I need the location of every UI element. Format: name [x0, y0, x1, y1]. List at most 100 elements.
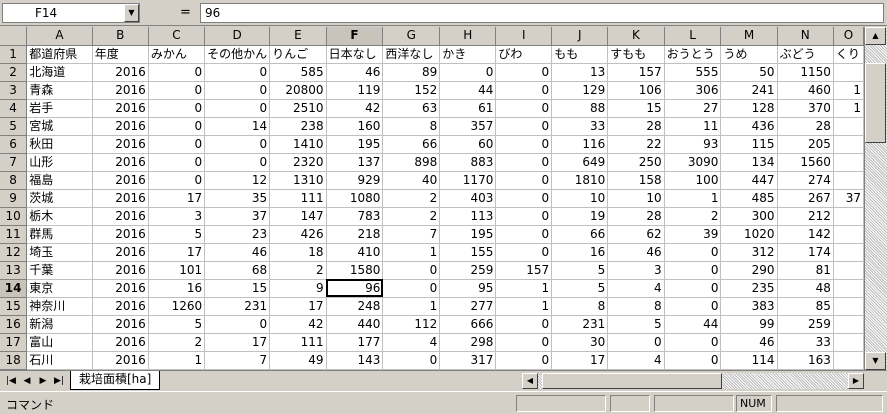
- cell[interactable]: りんご: [269, 45, 327, 64]
- cell[interactable]: 50: [720, 63, 778, 82]
- cell[interactable]: 0: [204, 135, 271, 154]
- cell[interactable]: 石川: [26, 351, 93, 370]
- cell[interactable]: 0: [382, 351, 441, 370]
- cell[interactable]: 2016: [92, 261, 149, 280]
- cell[interactable]: 62: [607, 225, 665, 244]
- cell[interactable]: 101: [148, 261, 206, 280]
- cell[interactable]: 2016: [92, 153, 149, 172]
- cell[interactable]: [833, 279, 864, 298]
- cell[interactable]: [833, 135, 864, 154]
- column-header[interactable]: N: [777, 27, 834, 46]
- cell[interactable]: 163: [777, 351, 834, 370]
- cell[interactable]: 238: [269, 117, 327, 136]
- last-sheet-button[interactable]: ▶|: [52, 374, 66, 388]
- cell[interactable]: 2016: [92, 351, 149, 370]
- cell[interactable]: 37: [204, 207, 271, 226]
- cell[interactable]: 2510: [269, 99, 327, 118]
- prev-sheet-button[interactable]: ◀: [20, 374, 34, 388]
- cell[interactable]: 0: [204, 63, 271, 82]
- cell[interactable]: 111: [269, 333, 327, 352]
- cell[interactable]: 7: [382, 225, 441, 244]
- cell[interactable]: かき: [439, 45, 497, 64]
- cell[interactable]: 1150: [777, 63, 834, 82]
- cell[interactable]: 2016: [92, 243, 149, 262]
- cell[interactable]: 157: [495, 261, 553, 280]
- cell[interactable]: 2016: [92, 297, 149, 316]
- cell[interactable]: 岩手: [26, 99, 93, 118]
- cell[interactable]: [833, 171, 864, 190]
- cell[interactable]: 111: [269, 189, 327, 208]
- cell[interactable]: 160: [326, 117, 384, 136]
- cell[interactable]: 19: [551, 207, 609, 226]
- cell[interactable]: 143: [326, 351, 384, 370]
- cell[interactable]: 0: [382, 261, 441, 280]
- cell[interactable]: 4: [607, 279, 665, 298]
- cell[interactable]: 68: [204, 261, 271, 280]
- cell[interactable]: 1310: [269, 171, 327, 190]
- cell[interactable]: 28: [777, 117, 834, 136]
- cell[interactable]: 0: [495, 117, 553, 136]
- cell[interactable]: 青森: [26, 81, 93, 100]
- cell[interactable]: 277: [439, 297, 497, 316]
- cell[interactable]: 秋田: [26, 135, 93, 154]
- cell[interactable]: 306: [664, 81, 722, 100]
- column-header[interactable]: K: [607, 27, 665, 46]
- cell[interactable]: 0: [204, 81, 271, 100]
- cell[interactable]: 1: [382, 243, 441, 262]
- cell[interactable]: 137: [326, 153, 384, 172]
- cell[interactable]: 年度: [92, 45, 149, 64]
- cell[interactable]: 0: [664, 333, 722, 352]
- cell[interactable]: 88: [551, 99, 609, 118]
- row-header[interactable]: 11: [0, 225, 28, 244]
- cell[interactable]: 259: [439, 261, 497, 280]
- cell[interactable]: 10: [551, 189, 609, 208]
- cell[interactable]: 7: [204, 351, 271, 370]
- cell[interactable]: 585: [269, 63, 327, 82]
- cell[interactable]: 4: [382, 333, 441, 352]
- cell[interactable]: 0: [607, 333, 665, 352]
- cell[interactable]: 0: [495, 153, 553, 172]
- cell[interactable]: 48: [777, 279, 834, 298]
- cell[interactable]: 0: [495, 135, 553, 154]
- cell[interactable]: その他かん: [204, 45, 271, 64]
- cell[interactable]: 20800: [269, 81, 327, 100]
- cell[interactable]: 8: [551, 297, 609, 316]
- cell[interactable]: 3: [607, 261, 665, 280]
- cell[interactable]: 15: [204, 279, 271, 298]
- cell[interactable]: もも: [551, 45, 609, 64]
- cell[interactable]: 0: [382, 279, 441, 298]
- cell[interactable]: 783: [326, 207, 384, 226]
- horizontal-scroll-thumb[interactable]: [542, 373, 722, 389]
- cell[interactable]: 0: [495, 171, 553, 190]
- next-sheet-button[interactable]: ▶: [36, 374, 50, 388]
- cell[interactable]: 0: [664, 279, 722, 298]
- cell[interactable]: 300: [720, 207, 778, 226]
- formula-input[interactable]: 96: [200, 3, 884, 23]
- cell[interactable]: 403: [439, 189, 497, 208]
- row-header[interactable]: 10: [0, 207, 28, 226]
- active-cell[interactable]: 96: [326, 279, 384, 298]
- cell[interactable]: 2: [382, 189, 441, 208]
- cell[interactable]: 0: [664, 243, 722, 262]
- cell[interactable]: 158: [607, 171, 665, 190]
- row-header[interactable]: 5: [0, 117, 28, 136]
- cell[interactable]: 1810: [551, 171, 609, 190]
- cell[interactable]: 195: [439, 225, 497, 244]
- cell[interactable]: 46: [326, 63, 384, 82]
- cell[interactable]: 0: [495, 333, 553, 352]
- cell[interactable]: 2016: [92, 117, 149, 136]
- cell[interactable]: 115: [720, 135, 778, 154]
- cell[interactable]: 129: [551, 81, 609, 100]
- cell[interactable]: 0: [495, 351, 553, 370]
- cell[interactable]: 山形: [26, 153, 93, 172]
- cell[interactable]: 46: [204, 243, 271, 262]
- cell[interactable]: 0: [148, 117, 206, 136]
- cell[interactable]: [833, 243, 864, 262]
- cell[interactable]: 1580: [326, 261, 384, 280]
- row-header[interactable]: 13: [0, 261, 28, 280]
- cell[interactable]: 3090: [664, 153, 722, 172]
- cell[interactable]: [833, 153, 864, 172]
- cell[interactable]: 0: [495, 315, 553, 334]
- vertical-scrollbar[interactable]: ▲ ▼: [864, 27, 887, 370]
- cell[interactable]: 2016: [92, 81, 149, 100]
